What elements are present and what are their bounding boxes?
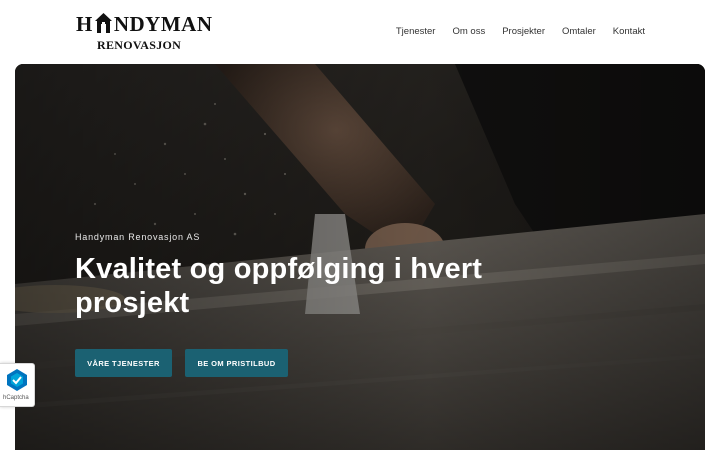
hero-section: Handyman Renovasjon AS Kvalitet og oppfø…: [15, 64, 705, 450]
logo-line-1: H NDYMAN: [76, 12, 213, 36]
our-services-button[interactable]: VÅRE TJENESTER: [75, 349, 172, 377]
nav-item-omtaler[interactable]: Omtaler: [562, 26, 596, 37]
nav-item-prosjekter[interactable]: Prosjekter: [502, 26, 545, 37]
nav-item-tjenester[interactable]: Tjenester: [396, 26, 436, 37]
hcaptcha-icon: [5, 368, 29, 392]
main-nav: Tjenester Om oss Prosjekter Omtaler Kont…: [396, 26, 645, 37]
nav-item-om-oss[interactable]: Om oss: [452, 26, 485, 37]
request-quote-button[interactable]: BE OM PRISTILBUD: [185, 349, 288, 377]
hcaptcha-badge[interactable]: hCaptcha: [0, 363, 35, 407]
logo-text-right: NDYMAN: [113, 12, 213, 36]
nav-item-kontakt[interactable]: Kontakt: [613, 26, 645, 37]
logo-text-left: H: [76, 12, 93, 36]
hero-title: Kvalitet og oppfølging i hvert prosjekt: [75, 253, 483, 319]
hcaptcha-label: hCaptcha: [3, 395, 29, 401]
site-logo[interactable]: H NDYMAN RENOVASJON: [76, 12, 212, 54]
logo-line-2: RENOVASJON: [97, 38, 182, 52]
house-icon: [94, 12, 113, 34]
hero-subtitle: Handyman Renovasjon AS: [75, 232, 201, 242]
site-header: H NDYMAN RENOVASJON Tjenester Om oss Pros…: [0, 0, 720, 64]
